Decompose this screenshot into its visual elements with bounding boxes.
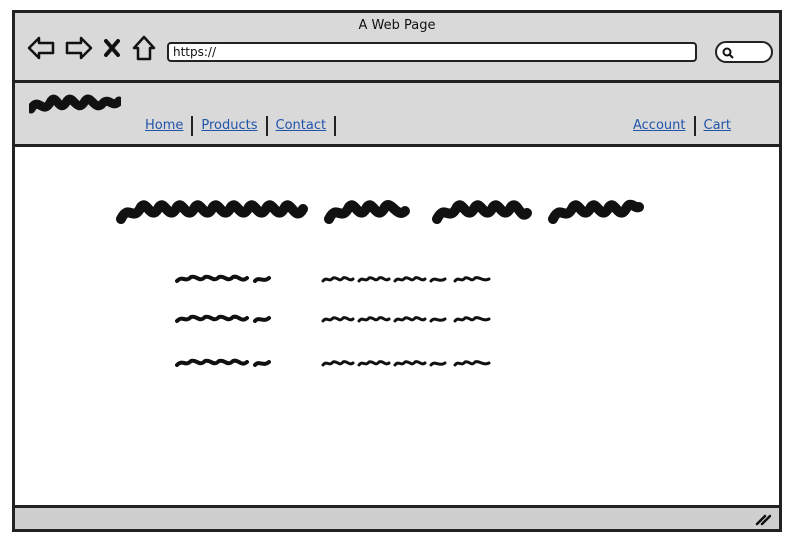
forward-arrow-icon[interactable] <box>65 36 93 60</box>
browser-window: A Web Page https:// Home Products Contac… <box>12 10 782 532</box>
resize-grip-icon[interactable] <box>755 512 771 526</box>
window-title: A Web Page <box>358 18 436 33</box>
row-value-scribble <box>321 276 491 283</box>
search-box[interactable] <box>715 41 773 63</box>
status-bar <box>15 505 779 529</box>
nav-account-link[interactable]: Account <box>625 116 694 136</box>
row-label-scribble <box>175 358 271 367</box>
nav-contact-link[interactable]: Contact <box>268 116 335 136</box>
nav-products-link[interactable]: Products <box>193 116 265 136</box>
row-label-scribble <box>175 274 271 283</box>
search-icon <box>722 47 734 59</box>
nav-divider <box>334 116 337 136</box>
scribble-logo <box>29 94 121 114</box>
row-value-scribble <box>321 316 491 323</box>
headline-scribble <box>116 199 644 224</box>
close-x-icon[interactable] <box>103 38 121 58</box>
back-arrow-icon[interactable] <box>27 36 55 60</box>
page-content <box>15 147 779 505</box>
home-icon[interactable] <box>131 35 157 61</box>
browser-nav-buttons <box>27 33 157 63</box>
nav-cart-link[interactable]: Cart <box>696 116 740 136</box>
address-bar[interactable]: https:// <box>167 42 697 62</box>
main-nav: Home Products Contact <box>137 116 337 136</box>
row-value-scribble <box>321 360 491 367</box>
browser-titlebar: A Web Page https:// <box>15 13 779 83</box>
nav-home-link[interactable]: Home <box>137 116 191 136</box>
row-label-scribble <box>175 314 271 323</box>
site-header: Home Products Contact Account Cart <box>15 83 779 147</box>
account-nav: Account Cart <box>625 116 739 136</box>
